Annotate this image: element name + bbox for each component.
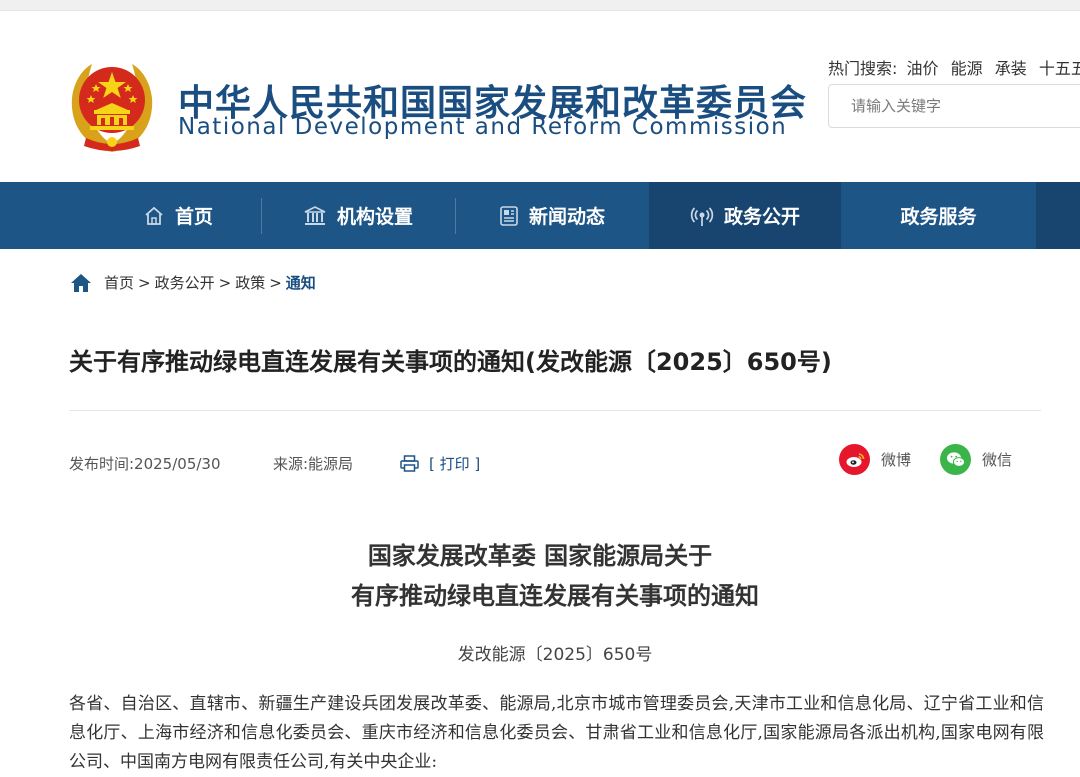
title-divider [69, 410, 1041, 411]
main-nav: 首页 机构设置 新闻动态 政务公开 政务服务 [0, 182, 1080, 249]
publish-time: 发布时间:2025/05/30 [69, 455, 221, 473]
wechat-icon [940, 444, 971, 475]
breadcrumb-separator: > [138, 273, 151, 292]
breadcrumb-item-home[interactable]: 首页 [104, 272, 134, 293]
article-source: 来源:能源局 [273, 455, 354, 473]
nav-item-institutions[interactable]: 机构设置 [262, 182, 454, 249]
print-button[interactable]: [ 打印 ] [400, 453, 480, 474]
breadcrumb-separator: > [269, 273, 282, 292]
breadcrumb-current: 通知 [285, 274, 316, 292]
hot-search-term[interactable]: 能源 [951, 59, 983, 78]
nav-item-more[interactable] [1036, 182, 1080, 249]
share-weibo-label: 微博 [881, 451, 912, 469]
hot-search: 热门搜索: 油价 能源 承装 十五五 [828, 55, 1080, 79]
nav-item-government-services[interactable]: 政务服务 [842, 182, 1035, 249]
share-wechat-button[interactable]: 微信 [940, 444, 1012, 475]
nav-label: 政务服务 [900, 206, 977, 228]
nav-label: 机构设置 [336, 206, 413, 228]
news-icon [500, 205, 518, 226]
search-input[interactable] [828, 84, 1080, 128]
nav-item-news[interactable]: 新闻动态 [456, 182, 648, 249]
home-icon [145, 206, 163, 225]
nav-label: 新闻动态 [528, 206, 605, 228]
hot-search-label: 热门搜索: [828, 59, 898, 78]
hot-search-term[interactable]: 十五五 [1039, 59, 1080, 78]
site-title-english[interactable]: National Development and Reform Commissi… [178, 114, 787, 140]
national-emblem-logo[interactable] [66, 58, 158, 154]
broadcast-icon [690, 206, 714, 226]
document-paragraph: 各省、自治区、直辖市、新疆生产建设兵团发展改革委、能源局,北京市城市管理委员会,… [69, 694, 1044, 772]
breadcrumb-separator: > [218, 273, 232, 292]
document-number: 发改能源〔2025〕650号 [457, 645, 653, 665]
document-heading-line-2: 有序推动绿电直连发展有关事项的通知 [351, 582, 759, 610]
breadcrumb: 首页 > 政务公开 > 政策 > 通知 [70, 272, 316, 293]
nav-label: 政务公开 [723, 206, 800, 228]
share-weibo-button[interactable]: 微博 [839, 444, 911, 475]
weibo-icon [839, 444, 870, 475]
printer-icon [400, 455, 419, 472]
share-wechat-label: 微信 [982, 451, 1013, 469]
breadcrumb-item-government-affairs[interactable]: 政务公开 [155, 272, 215, 293]
hot-search-term[interactable]: 承装 [995, 59, 1027, 78]
breadcrumb-item-policy[interactable]: 政策 [235, 272, 265, 293]
nav-label: 首页 [174, 206, 213, 228]
document-heading-line-1: 国家发展改革委 国家能源局关于 [367, 542, 713, 570]
home-icon[interactable] [70, 273, 92, 293]
top-border [0, 0, 1080, 11]
nav-item-government-affairs[interactable]: 政务公开 [649, 182, 841, 249]
article-title: 关于有序推动绿电直连发展有关事项的通知(发改能源〔2025〕650号) [69, 348, 832, 376]
nav-item-home[interactable]: 首页 [96, 182, 260, 249]
print-label: [ 打印 ] [429, 455, 481, 473]
institution-icon [304, 205, 326, 225]
hot-search-term[interactable]: 油价 [907, 59, 939, 78]
